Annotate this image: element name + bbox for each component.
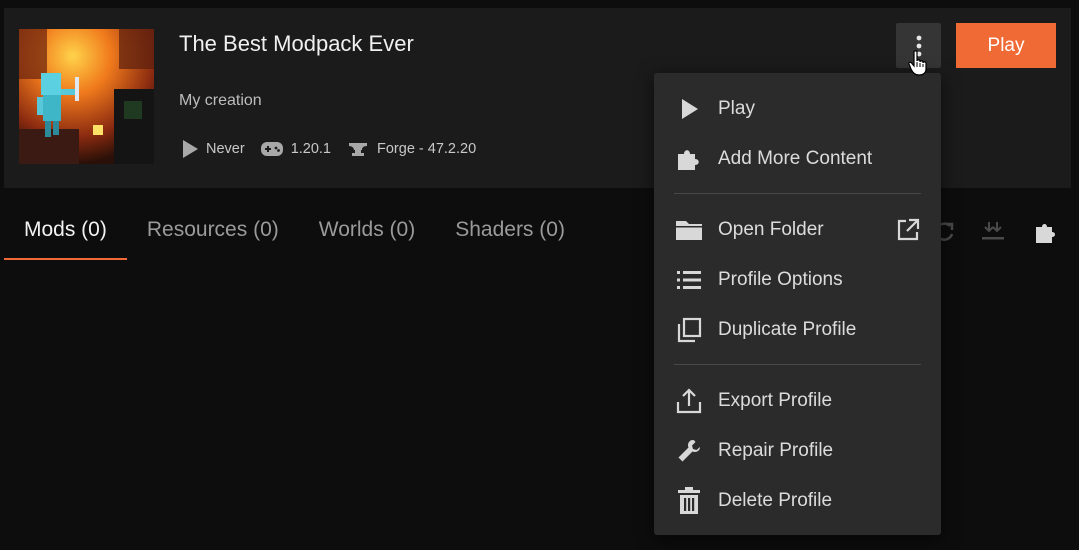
external-link-icon — [895, 217, 921, 243]
menu-item-export-profile[interactable]: Export Profile — [654, 378, 941, 424]
menu-item-label: Delete Profile — [718, 490, 833, 511]
menu-item-label: Profile Options — [718, 269, 843, 290]
wrench-icon — [674, 436, 704, 466]
tab-resources[interactable]: Resources (0) — [127, 200, 299, 260]
gamepad-icon — [260, 142, 283, 156]
duplicate-icon — [674, 315, 704, 345]
app-window: The Best Modpack Ever My creation Never … — [0, 0, 1079, 550]
list-icon — [674, 265, 704, 295]
menu-item-open-folder[interactable]: Open Folder — [654, 207, 941, 253]
last-played: Never — [182, 140, 245, 158]
menu-item-label: Duplicate Profile — [718, 319, 857, 340]
more-options-button[interactable] — [896, 23, 941, 68]
last-played-value: Never — [206, 141, 245, 157]
play-icon — [183, 140, 198, 158]
puzzle-icon — [1036, 224, 1055, 243]
tab-shaders[interactable]: Shaders (0) — [435, 200, 585, 260]
profile-meta: Never 1.20.1 Forge - 47.2.20 — [182, 138, 492, 160]
menu-divider — [674, 193, 921, 194]
profile-actions-menu: Play Add More Content Open Folder Profil… — [654, 73, 941, 535]
game-version-value: 1.20.1 — [290, 141, 332, 157]
menu-item-play[interactable]: Play — [654, 86, 941, 132]
tab-mods[interactable]: Mods (0) — [4, 200, 127, 260]
puzzle-icon — [674, 144, 704, 174]
menu-item-add-more-content[interactable]: Add More Content — [654, 136, 941, 182]
folder-icon — [674, 215, 704, 245]
menu-item-label: Add More Content — [718, 148, 873, 169]
add-content-button[interactable] — [1033, 218, 1061, 246]
menu-item-label: Export Profile — [718, 390, 833, 411]
vertical-dots-icon — [916, 35, 921, 56]
download-button[interactable] — [979, 218, 1007, 246]
content-tabs: Mods (0) Resources (0) Worlds (0) Shader… — [4, 200, 585, 260]
profile-description: My creation — [179, 92, 262, 109]
profile-thumbnail — [19, 29, 154, 164]
anvil-icon — [349, 143, 368, 156]
menu-item-label: Open Folder — [718, 219, 824, 240]
menu-divider — [674, 364, 921, 365]
play-button[interactable]: Play — [956, 23, 1056, 68]
menu-item-label: Repair Profile — [718, 440, 834, 461]
menu-item-profile-options[interactable]: Profile Options — [654, 257, 941, 303]
download-icon — [982, 222, 1004, 240]
menu-item-repair-profile[interactable]: Repair Profile — [654, 428, 941, 474]
play-icon — [674, 94, 704, 124]
menu-item-delete-profile[interactable]: Delete Profile — [654, 478, 941, 524]
menu-item-label: Play — [718, 98, 755, 119]
profile-title: The Best Modpack Ever — [179, 31, 414, 56]
menu-item-duplicate-profile[interactable]: Duplicate Profile — [654, 307, 941, 353]
mod-loader: Forge - 47.2.20 — [347, 141, 476, 157]
mod-loader-value: Forge - 47.2.20 — [377, 141, 477, 157]
tab-worlds[interactable]: Worlds (0) — [299, 200, 435, 260]
trash-icon — [674, 486, 704, 516]
upload-icon — [674, 386, 704, 416]
game-version: 1.20.1 — [260, 141, 332, 157]
